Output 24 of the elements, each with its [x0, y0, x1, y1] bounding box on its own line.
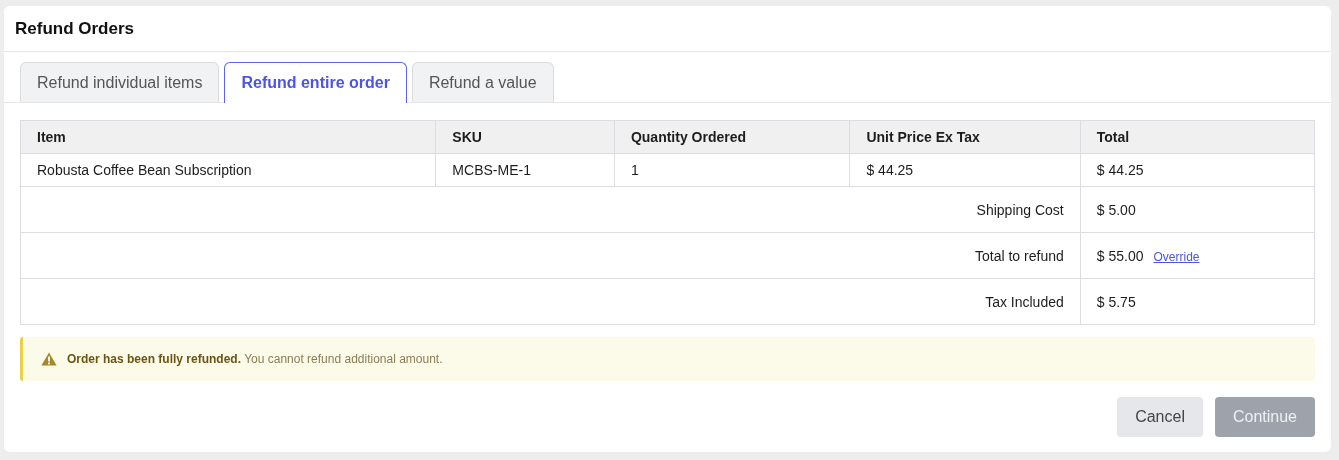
summary-label: Total to refund [975, 247, 1064, 264]
summary-value: $ 5.75 [1096, 293, 1136, 310]
cancel-button[interactable]: Cancel [1117, 397, 1203, 437]
summary-label: Shipping Cost [976, 201, 1064, 218]
tab[interactable]: Refund entire order [224, 62, 407, 103]
override-link[interactable]: Override [1153, 249, 1200, 264]
table-cell: MCBS-ME-1 [435, 153, 615, 187]
table-cell: $ 44.25 [1080, 153, 1315, 187]
summary-label: Tax Included [985, 293, 1064, 310]
table-cell: 1 [614, 153, 850, 187]
summary-value: $ 55.00 [1096, 247, 1144, 264]
column-header: Unit Price Ex Tax [849, 120, 1081, 154]
column-header: Quantity Ordered [614, 120, 850, 154]
column-header: SKU [435, 120, 615, 154]
tab[interactable]: Refund a value [411, 62, 554, 102]
alert-message: Order has been fully refunded. You cannot refund additional amount. [67, 352, 443, 366]
window-title: Refund Orders [15, 18, 135, 39]
summary-value: $ 5.00 [1096, 201, 1136, 218]
table-cell: $ 44.25 [849, 153, 1081, 187]
table-cell: Robusta Coffee Bean Subscription [20, 153, 436, 187]
tab[interactable]: Refund individual items [20, 62, 220, 102]
warning-icon [41, 352, 57, 366]
column-header: Item [20, 120, 436, 154]
column-header: Total [1080, 120, 1315, 154]
